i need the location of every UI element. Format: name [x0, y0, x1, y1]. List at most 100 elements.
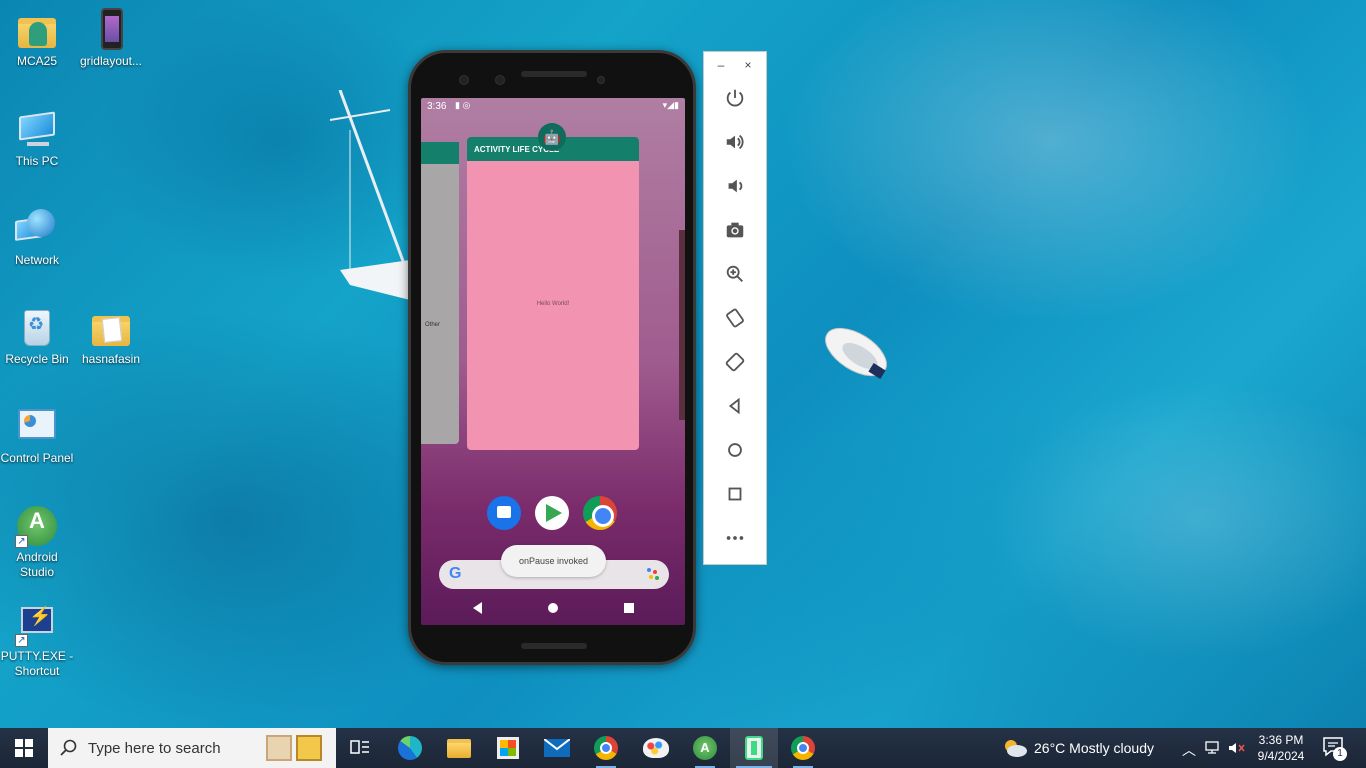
- desktop-icon-hasnafasin[interactable]: hasnafasin: [74, 306, 148, 367]
- rotate-right-icon: [725, 352, 745, 372]
- chrome-icon[interactable]: [583, 496, 617, 530]
- front-camera-icon: [495, 75, 505, 85]
- home-button[interactable]: [718, 433, 752, 467]
- volume-up-button[interactable]: [718, 125, 752, 159]
- google-logo-icon: G: [449, 565, 462, 582]
- desktop-icon-label: Recycle Bin: [5, 352, 69, 366]
- play-store-icon[interactable]: [535, 496, 569, 530]
- rotate-left-button[interactable]: [718, 301, 752, 335]
- desktop-icon-recycle-bin[interactable]: Recycle Bin: [0, 306, 74, 367]
- recents-card-previous[interactable]: Other: [421, 142, 459, 444]
- desktop-icon-label: Network: [14, 253, 59, 267]
- desktop-icon-label: PUTTY.EXE - Shortcut: [0, 649, 74, 678]
- putty-icon: ↗: [15, 603, 59, 647]
- chevron-up-icon[interactable]: ︿: [1182, 740, 1196, 760]
- taskbar-paint[interactable]: [632, 728, 680, 768]
- computer-icon: [15, 108, 59, 152]
- earpiece: [521, 71, 587, 77]
- back-button[interactable]: [718, 389, 752, 423]
- edge-icon: [398, 736, 422, 760]
- user-folder-icon: [15, 8, 59, 52]
- taskbar-search-box[interactable]: Type here to search: [48, 728, 336, 768]
- clock-date: 9/4/2024: [1257, 749, 1305, 763]
- volume-down-button[interactable]: [718, 169, 752, 203]
- desktop-icon-gridlayout[interactable]: gridlayout...: [74, 8, 148, 69]
- android-studio-icon: A: [693, 736, 717, 760]
- taskbar-mail[interactable]: [533, 728, 581, 768]
- nav-back-icon[interactable]: [473, 602, 482, 614]
- taskbar-chrome[interactable]: [582, 728, 630, 768]
- desktop-icon-putty[interactable]: ↗ PUTTY.EXE - Shortcut: [0, 603, 74, 679]
- desktop-icon-label: gridlayout...: [79, 54, 143, 68]
- desktop-icon-label: Control Panel: [0, 451, 74, 465]
- desktop-icon-label: hasnafasin: [81, 352, 141, 366]
- search-placeholder: Type here to search: [88, 740, 221, 757]
- status-bar: 3:36 ▮ ◎ ▾◢▮: [421, 98, 685, 116]
- taskbar-edge[interactable]: [386, 728, 434, 768]
- chrome-icon: [791, 736, 815, 760]
- notification-icons: ▮ ◎: [455, 100, 471, 110]
- recents-card-next[interactable]: [679, 230, 685, 420]
- nav-home-icon[interactable]: [548, 603, 558, 613]
- minimize-button[interactable]: –: [714, 58, 728, 72]
- task-view-button[interactable]: [336, 728, 384, 768]
- more-icon: [726, 536, 744, 540]
- network-tray-icon[interactable]: [1204, 741, 1222, 755]
- zoom-icon: [726, 265, 743, 282]
- rotate-left-icon: [726, 308, 744, 328]
- desktop-icon-mca25[interactable]: MCA25: [0, 8, 74, 69]
- recents-card-activity-life-cycle[interactable]: ACTIVITY LIFE CYCLE Hello World!: [467, 137, 639, 450]
- taskbar-file-explorer[interactable]: [435, 728, 483, 768]
- volume-down-icon: [728, 179, 743, 193]
- recents-card-header: [421, 142, 459, 164]
- messages-icon[interactable]: [487, 496, 521, 530]
- search-icon: [60, 739, 77, 756]
- paint-icon: [643, 738, 669, 758]
- recents-card-text: Other: [425, 322, 441, 328]
- chrome-icon: [594, 736, 618, 760]
- taskbar-android-studio[interactable]: A: [681, 728, 729, 768]
- more-button[interactable]: [718, 521, 752, 555]
- rotate-right-button[interactable]: [718, 345, 752, 379]
- desktop-icon-this-pc[interactable]: This PC: [0, 108, 74, 169]
- desktop-icon-control-panel[interactable]: Control Panel: [0, 405, 74, 466]
- overview-button[interactable]: [718, 477, 752, 511]
- hello-world-text: Hello World!: [536, 301, 570, 307]
- android-nav-bar: [421, 596, 685, 621]
- bottom-speaker: [521, 643, 587, 649]
- recycle-bin-icon: [15, 306, 59, 350]
- file-explorer-icon: [447, 738, 471, 758]
- weather-text[interactable]: 26°C Mostly cloudy: [1034, 740, 1154, 756]
- clock-time: 3:36 PM: [1258, 733, 1304, 747]
- emulator-screen[interactable]: 3:36 ▮ ◎ ▾◢▮ Other ACTIVITY LIFE CYCLE H…: [421, 98, 685, 625]
- assistant-mic-icon[interactable]: [647, 568, 659, 582]
- signal-battery-icon: ▾◢▮: [662, 100, 679, 110]
- nav-overview-icon[interactable]: [624, 603, 634, 613]
- taskbar-store[interactable]: [484, 728, 532, 768]
- desktop-icon-label: Android Studio: [16, 550, 58, 579]
- close-button[interactable]: ×: [741, 58, 755, 72]
- camera-icon: [726, 222, 744, 238]
- notification-badge: 1: [1333, 747, 1347, 761]
- android-studio-icon: ↗: [15, 504, 59, 548]
- speaker-muted-icon[interactable]: [1228, 741, 1246, 755]
- cloudy-weather-icon[interactable]: [1002, 738, 1028, 758]
- control-panel-icon: [15, 405, 59, 449]
- toast-message: onPause invoked: [501, 545, 606, 577]
- zoom-button[interactable]: [718, 257, 752, 291]
- taskbar-emulator[interactable]: [730, 728, 778, 768]
- back-icon: [728, 397, 740, 415]
- status-time: 3:36: [427, 101, 447, 112]
- android-app-icon[interactable]: 🤖: [538, 123, 566, 151]
- screenshot-button[interactable]: [718, 213, 752, 247]
- start-button[interactable]: [0, 728, 48, 768]
- power-button[interactable]: [718, 81, 752, 115]
- desktop-icon-android-studio[interactable]: ↗ Android Studio: [0, 504, 74, 580]
- network-icon: [15, 207, 59, 251]
- phone-app-icon: [89, 8, 133, 52]
- taskbar-chrome-2[interactable]: [779, 728, 827, 768]
- task-view-icon: [350, 740, 369, 754]
- taskbar-clock[interactable]: 3:36 PM 9/4/2024: [1246, 732, 1316, 764]
- desktop-icon-network[interactable]: Network: [0, 207, 74, 268]
- desktop: MCA25 gridlayout... This PC Network Recy…: [0, 0, 1366, 728]
